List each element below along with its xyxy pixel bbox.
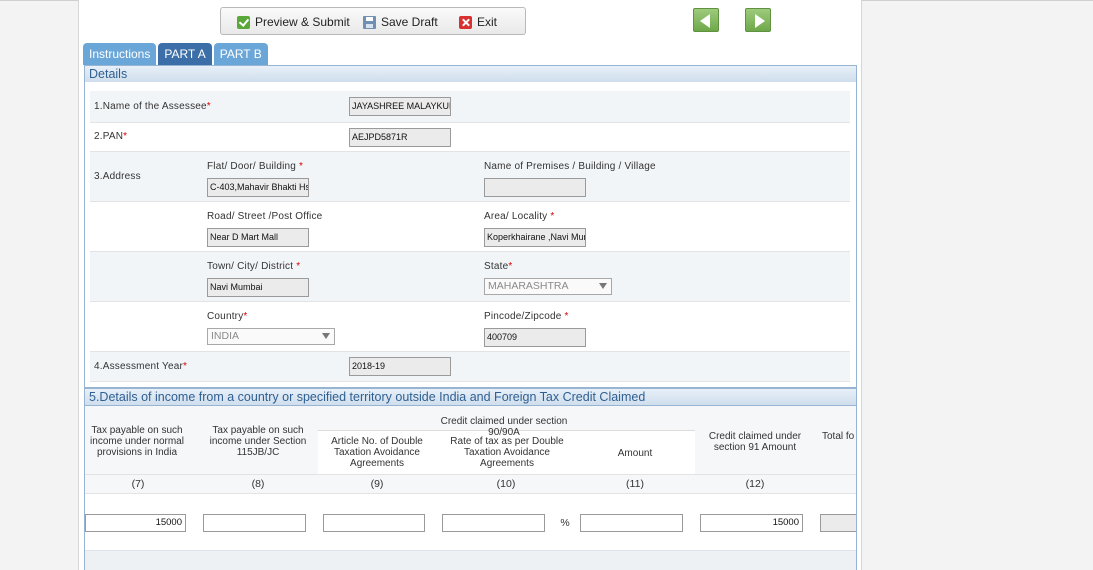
floppy-disk-icon [363,15,376,29]
preview-submit-button[interactable]: Preview & Submit [237,14,350,30]
state-label: State* [484,261,513,272]
pincode-label: Pincode/Zipcode * [484,311,569,322]
table-footer-band [85,550,856,570]
col-8-header: Tax payable on such income under Section… [209,425,307,458]
col-9-number: (9) [370,478,384,490]
state-selected-value: MAHARASHTRA [488,280,569,292]
dtaa-rate-input[interactable] [442,514,545,532]
name-label: 1.Name of the Assessee* [94,101,211,112]
area-label: Area/ Locality * [484,211,555,222]
col-7-number: (7) [131,478,145,490]
article-no-input[interactable] [323,514,425,532]
next-page-button[interactable] [745,8,771,32]
exit-label: Exit [477,15,498,29]
total-credit-input[interactable] [820,514,856,532]
premises-label: Name of Premises / Building / Village [484,161,656,172]
assessment-year-label: 4.Assessment Year* [94,361,188,372]
road-street-field[interactable]: Near D Mart Mall [207,228,309,247]
tab-instructions[interactable]: Instructions [83,43,157,65]
details-section-header: Details [84,65,857,83]
country-label: Country* [207,311,248,322]
assessment-year-field[interactable]: 2018-19 [349,357,451,376]
exit-button[interactable]: Exit [459,14,497,30]
col-10-header: Rate of tax as per Double Taxation Avoid… [450,436,564,469]
credit-amount-input[interactable] [580,514,683,532]
pincode-field[interactable]: 400709 [484,328,586,347]
col-10-number: (10) [496,478,516,490]
col-9-header: Article No. of Double Taxation Avoidance… [331,436,423,469]
pan-label: 2.PAN* [94,131,128,142]
country-select[interactable]: INDIA [207,328,335,345]
foreign-income-table: Credit claimed under section 90/90A Tax … [84,406,857,570]
assessee-name-field[interactable]: JAYASHREE MALAYKUMAR [349,97,451,116]
pan-field[interactable]: AEJPD5871R [349,128,451,147]
foreign-income-section-header: 5.Details of income from a country or sp… [84,388,857,406]
tab-part-b[interactable]: PART B [213,43,268,65]
premises-field[interactable] [484,178,586,197]
previous-page-button[interactable] [693,8,719,32]
name-row: 1.Name of the Assessee* JAYASHREE MALAYK… [90,91,850,123]
arrow-left-icon [700,14,710,28]
credit-group-header: Credit claimed under section 90/90A [440,416,568,438]
address-label: 3.Address [94,171,141,182]
town-city-field[interactable]: Navi Mumbai [207,278,309,297]
assessment-year-row: 4.Assessment Year* 2018-19 [90,352,850,382]
pan-row: 2.PAN* AEJPD5871R [90,123,850,152]
save-draft-button[interactable]: Save Draft [363,14,438,30]
road-label: Road/ Street /Post Office [207,211,323,222]
address-row-3: Town/ City/ District * Navi Mumbai State… [90,252,850,302]
area-locality-field[interactable]: Koperkhairane ,Navi Mumbai [484,228,586,247]
flat-door-building-field[interactable]: C-403,Mahavir Bhakti Hsg [207,178,309,197]
close-icon [459,15,472,29]
check-icon [237,15,250,29]
arrow-right-icon [755,14,765,28]
chevron-down-icon [599,283,607,289]
tab-part-a[interactable]: PART A [158,43,212,65]
col-12-header: Credit claimed under section 91 Amount [708,431,802,453]
save-draft-label: Save Draft [381,15,438,29]
section-91-credit-input[interactable]: 15000 [700,514,803,532]
state-select[interactable]: MAHARASHTRA [484,278,612,295]
col-8-number: (8) [251,478,265,490]
tax-normal-provisions-input[interactable]: 15000 [85,514,186,532]
town-label: Town/ City/ District * [207,261,301,272]
flat-label: Flat/ Door/ Building * [207,161,304,172]
action-toolbar: Preview & Submit Save Draft Exit [220,7,526,35]
col-11-header: Amount [617,448,653,459]
country-selected-value: INDIA [211,330,240,342]
address-row-4: Country* INDIA Pincode/Zipcode * 400709 [90,302,850,352]
col-7-header: Tax payable on such income under normal … [90,425,184,458]
col-12-number: (12) [745,478,765,490]
tax-115jb-input[interactable] [203,514,306,532]
percent-sign: % [560,517,570,529]
chevron-down-icon [322,333,330,339]
preview-submit-label: Preview & Submit [255,15,350,29]
col-11-number: (11) [626,478,644,490]
col-13-header: Total fo [822,431,855,442]
address-row-2: Road/ Street /Post Office Near D Mart Ma… [90,202,850,252]
form-tabs: Instructions PART A PART B [83,43,268,65]
address-row-1: 3.Address Flat/ Door/ Building * C-403,M… [90,152,850,202]
